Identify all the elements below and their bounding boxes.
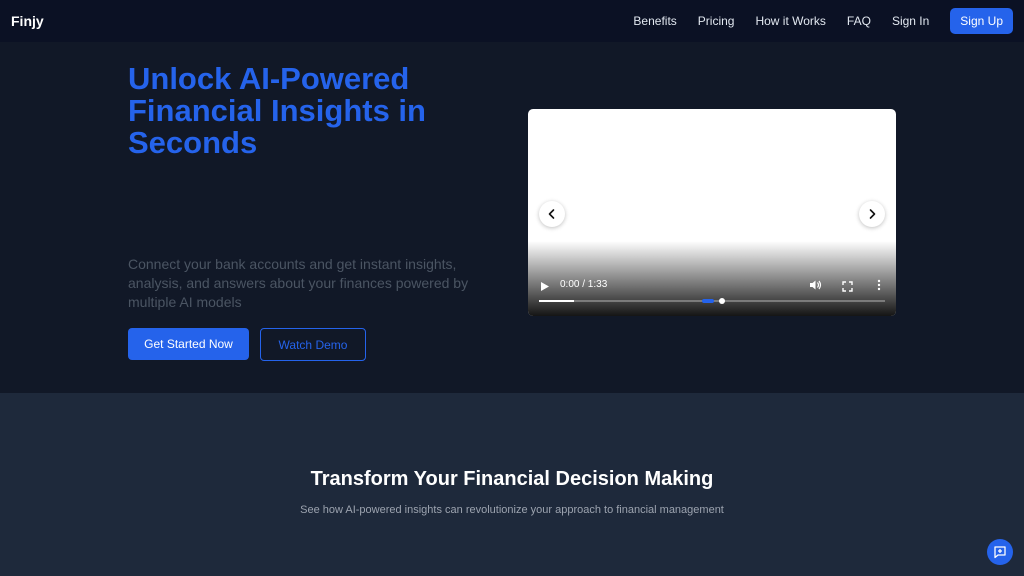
chat-add-icon xyxy=(994,546,1006,559)
nav-link-pricing[interactable]: Pricing xyxy=(698,14,735,28)
nav-link-benefits[interactable]: Benefits xyxy=(633,14,676,28)
video-buffered-bar xyxy=(539,300,574,302)
fullscreen-icon[interactable] xyxy=(842,279,853,297)
nav-link-sign-in[interactable]: Sign In xyxy=(892,14,929,28)
transform-section: Transform Your Financial Decision Making… xyxy=(0,393,1024,576)
volume-icon[interactable] xyxy=(809,278,822,296)
chat-button[interactable] xyxy=(987,539,1013,565)
chevron-left-icon xyxy=(548,209,555,219)
play-icon[interactable] xyxy=(540,279,550,297)
section-subtitle: See how AI-powered insights can revoluti… xyxy=(300,504,724,516)
more-vert-icon[interactable] xyxy=(877,278,881,296)
carousel-prev-button[interactable] xyxy=(539,201,565,227)
video-scrubber-thumb[interactable] xyxy=(718,298,725,304)
video-progress-bar[interactable] xyxy=(539,298,885,304)
get-started-button[interactable]: Get Started Now xyxy=(128,328,249,360)
nav-links: Benefits Pricing How it Works FAQ Sign I… xyxy=(633,8,1013,34)
video-progress-marker xyxy=(702,299,714,303)
sign-up-button[interactable]: Sign Up xyxy=(950,8,1013,34)
nav-link-how-it-works[interactable]: How it Works xyxy=(755,14,825,28)
navbar: Finjy Benefits Pricing How it Works FAQ … xyxy=(0,0,1024,42)
section-title: Transform Your Financial Decision Making xyxy=(310,468,714,490)
watch-demo-button[interactable]: Watch Demo xyxy=(260,328,366,361)
hero-section: Unlock AI-Powered Financial Insights in … xyxy=(0,42,1024,393)
brand-logo[interactable]: Finjy xyxy=(11,13,44,29)
video-time: 0:00 / 1:33 xyxy=(560,279,608,290)
nav-link-faq[interactable]: FAQ xyxy=(847,14,871,28)
carousel-next-button[interactable] xyxy=(859,201,885,227)
hero-subtitle: Connect your bank accounts and get insta… xyxy=(128,256,469,310)
chevron-right-icon xyxy=(869,209,876,219)
demo-video-player[interactable]: 0:00 / 1:33 xyxy=(528,109,896,316)
hero-title: Unlock AI-Powered Financial Insights in … xyxy=(128,61,426,160)
